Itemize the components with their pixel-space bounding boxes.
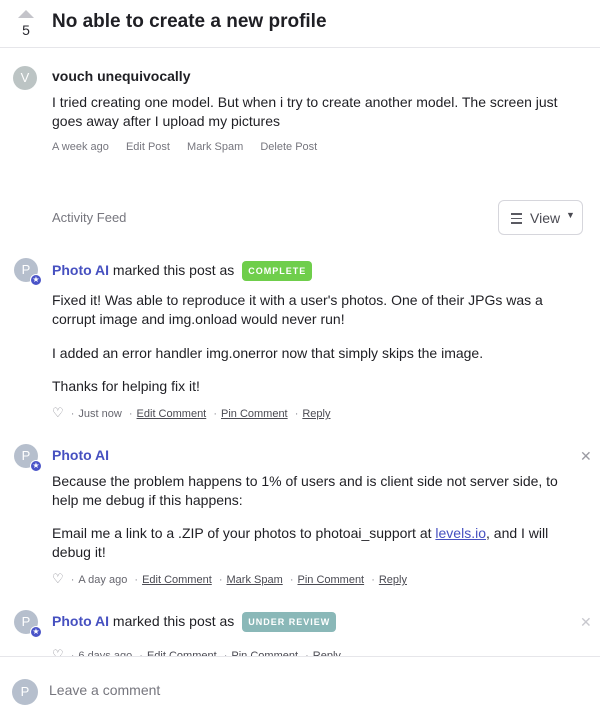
post-author: vouch unequivocally: [52, 68, 191, 84]
mark-spam-link[interactable]: Mark Spam: [187, 141, 243, 153]
upvote-control[interactable]: 5: [16, 8, 36, 37]
heart-icon[interactable]: ♡: [52, 405, 64, 420]
view-button-label: View: [530, 210, 561, 226]
comment-paragraph: Because the problem happens to 1% of use…: [52, 473, 558, 508]
activity-verb: marked this post as: [112, 613, 235, 629]
avatar-initial: P: [21, 614, 31, 629]
chevron-down-icon: ▼: [566, 210, 575, 220]
avatar: P: [12, 679, 38, 705]
edit-comment-link[interactable]: Edit Comment: [142, 574, 212, 586]
mark-spam-link[interactable]: Mark Spam: [227, 574, 283, 586]
comment-composer[interactable]: P Leave a comment: [0, 656, 600, 716]
pin-comment-link[interactable]: Pin Comment: [221, 408, 288, 420]
avatar: P ★: [14, 610, 42, 638]
comment-input[interactable]: Leave a comment: [49, 682, 160, 698]
comment-timestamp: A day ago: [78, 574, 128, 586]
post-title: No able to create a new profile: [52, 11, 327, 32]
comment-paragraph: Fixed it! Was able to reproduce it with …: [52, 292, 543, 327]
upvote-arrow-icon[interactable]: [18, 10, 34, 18]
activity-heading: Photo AI marked this post as COMPLETE: [52, 261, 313, 281]
comment-paragraph: Thanks for helping fix it!: [52, 378, 200, 394]
close-icon[interactable]: ✕: [580, 448, 592, 465]
edit-comment-link[interactable]: Edit Comment: [137, 408, 207, 420]
pin-comment-link[interactable]: Pin Comment: [297, 574, 364, 586]
comment-actions: ♡ · Just now · Edit Comment · Pin Comment ·…: [52, 405, 331, 420]
activity-verb: marked this post as: [112, 262, 235, 278]
avatar-initial: P: [21, 448, 31, 463]
reply-link[interactable]: Reply: [302, 408, 330, 420]
heart-icon[interactable]: ♡: [52, 571, 64, 586]
status-badge: UNDER REVIEW: [242, 612, 337, 632]
edit-post-link[interactable]: Edit Post: [126, 141, 170, 153]
post-meta: A week ago Edit Post Mark Spam Delete Po…: [52, 141, 331, 153]
comment-timestamp: Just now: [78, 408, 122, 420]
comment-actions: ♡ · A day ago · Edit Comment · Mark Spam · P…: [52, 571, 407, 586]
avatar: P ★: [14, 258, 42, 286]
close-icon[interactable]: ✕: [580, 614, 592, 631]
comment-paragraph: Email me a link to a .ZIP of your photos…: [52, 524, 572, 562]
post-header: 5 No able to create a new profile: [0, 0, 600, 48]
post-body: I tried creating one model. But when i t…: [52, 94, 558, 129]
comment-text: Email me a link to a .ZIP of your photos…: [52, 525, 436, 541]
reply-link[interactable]: Reply: [379, 574, 407, 586]
vote-count: 5: [22, 22, 30, 38]
levels-io-link[interactable]: levels.io: [435, 525, 486, 541]
comment-paragraph: I added an error handler img.onerror now…: [52, 345, 484, 361]
list-icon: [511, 213, 522, 227]
view-filter-button[interactable]: View ▼: [498, 200, 583, 235]
avatar: P ★: [14, 444, 42, 472]
admin-star-icon: ★: [30, 626, 42, 638]
post-timestamp: A week ago: [52, 141, 109, 153]
activity-heading: Photo AI marked this post as UNDER REVIE…: [52, 612, 337, 632]
activity-feed-label: Activity Feed: [52, 210, 127, 225]
admin-star-icon: ★: [30, 274, 42, 286]
avatar-initial: P: [21, 262, 31, 277]
status-badge: COMPLETE: [242, 261, 313, 281]
activity-author[interactable]: Photo AI: [52, 613, 109, 629]
delete-post-link[interactable]: Delete Post: [260, 141, 317, 153]
activity-author[interactable]: Photo AI: [52, 262, 109, 278]
avatar: V: [13, 66, 37, 90]
activity-author[interactable]: Photo AI: [52, 447, 109, 463]
activity-heading: Photo AI: [52, 447, 109, 463]
admin-star-icon: ★: [30, 460, 42, 472]
